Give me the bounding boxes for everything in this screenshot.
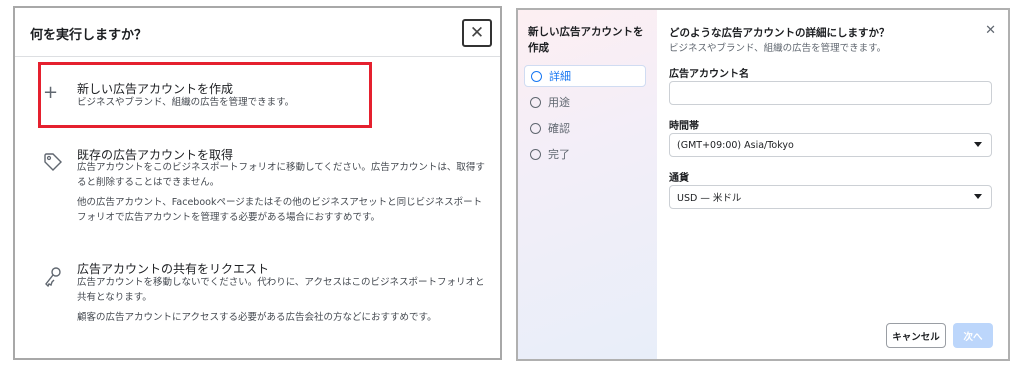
dropdown-caret-icon (974, 142, 982, 147)
timezone-label: 時間帯 (669, 121, 699, 132)
option-recommendation: 顧客の広告アカウントにアクセスする必要がある広告会社の方などにおすすめです。 (77, 312, 437, 323)
account-name-input[interactable] (669, 81, 992, 105)
key-icon (43, 266, 63, 292)
dialog-title: 何を実行しますか？ (30, 28, 148, 43)
step-details[interactable]: 詳細 (524, 65, 646, 87)
close-icon: ✕ (469, 23, 485, 43)
step-circle-icon (530, 122, 541, 134)
step-label: 完了 (548, 148, 570, 161)
account-name-label: 広告アカウント名 (669, 69, 749, 80)
divider (15, 56, 500, 57)
currency-label: 通貨 (669, 173, 689, 184)
timezone-value: (GMT+09:00) Asia/Tokyo (677, 139, 794, 151)
step-circle-icon (531, 70, 542, 82)
cancel-button[interactable]: キャンセル (886, 323, 946, 348)
steps-sidebar: 新しい広告アカウントを作成 詳細 用途 確認 完了 (518, 10, 657, 359)
tag-icon (43, 152, 63, 176)
option-description: 広告アカウントをこのビジネスポートフォリオに移動してください。広告アカウントは、… (77, 162, 485, 188)
step-label: 用途 (548, 96, 570, 109)
step-circle-icon (530, 96, 541, 108)
step-usage[interactable]: 用途 (524, 91, 646, 113)
option-request-share[interactable]: 広告アカウントの共有をリクエスト 広告アカウントを移動しないでください。代わりに… (15, 254, 500, 354)
option-description: 広告アカウントを移動しないでください。代わりに、アクセスはこのビジネスポートフォ… (77, 277, 485, 303)
close-button[interactable]: ✕ (462, 19, 492, 47)
step-circle-icon (530, 148, 541, 160)
step-confirm[interactable]: 確認 (524, 117, 646, 139)
dropdown-caret-icon (974, 194, 982, 199)
page-subtitle: ビジネスやブランド、組織の広告を管理できます。 (669, 43, 887, 54)
page-title: どのような広告アカウントの詳細にしますか？ (669, 27, 890, 39)
option-recommendation: 他の広告アカウント、Facebookページまたはその他のビジネスアセットと同じビ… (77, 197, 483, 223)
next-button[interactable]: 次へ (953, 323, 993, 348)
currency-value: USD — 米ドル (677, 193, 742, 204)
sidebar-title: 新しい広告アカウントを作成 (528, 26, 644, 54)
create-ad-account-dialog: 新しい広告アカウントを作成 詳細 用途 確認 完了 どのような広告アカウントの詳… (516, 8, 1010, 361)
choose-action-dialog: 何を実行しますか？ ✕ + 新しい広告アカウントを作成 ビジネスやブランド、組織… (13, 6, 502, 360)
currency-select[interactable]: USD — 米ドル (669, 185, 992, 209)
step-label: 詳細 (549, 70, 571, 83)
step-complete[interactable]: 完了 (524, 143, 646, 165)
close-icon[interactable]: ✕ (985, 23, 996, 38)
option-claim-ad-account[interactable]: 既存の広告アカウントを取得 広告アカウントをこのビジネスポートフォリオに移動して… (15, 140, 500, 240)
highlight-box (38, 62, 372, 128)
timezone-select[interactable]: (GMT+09:00) Asia/Tokyo (669, 133, 992, 157)
step-label: 確認 (548, 122, 570, 135)
